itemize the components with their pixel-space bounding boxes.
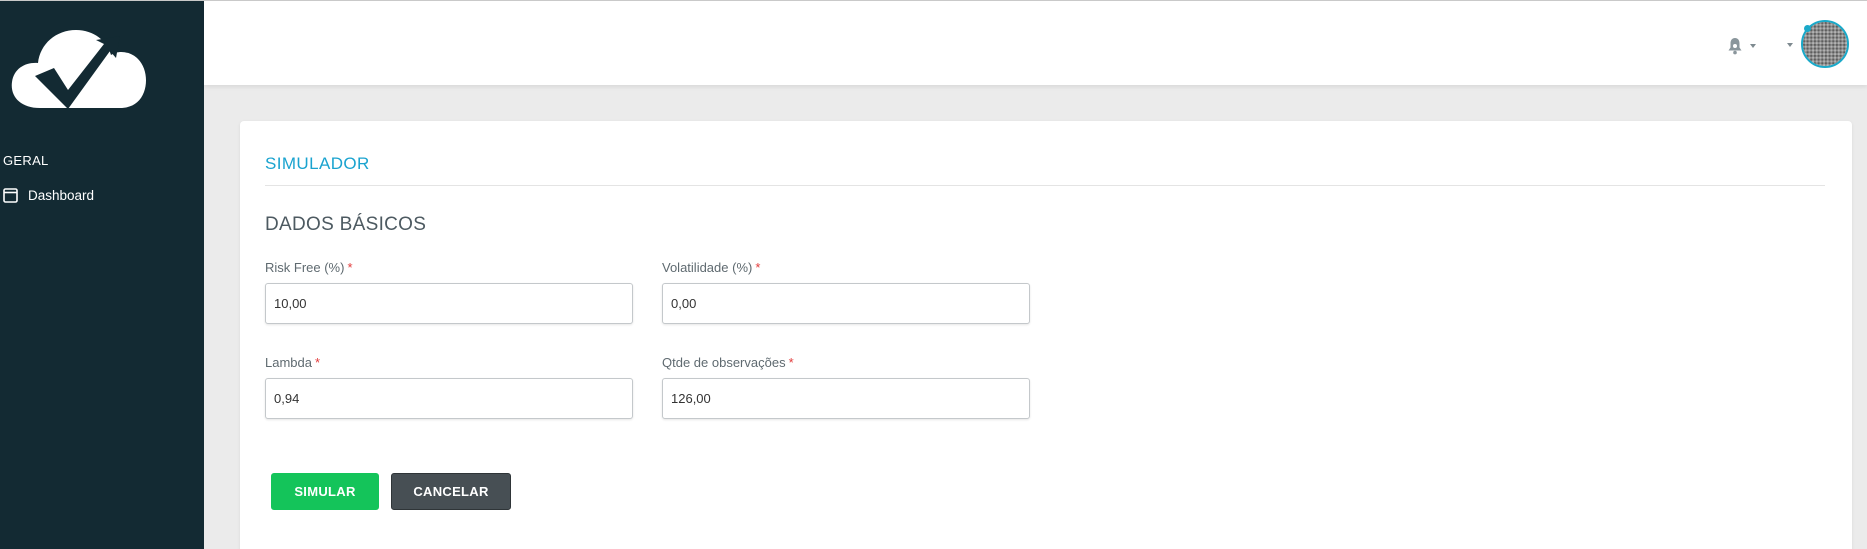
lambda-label: Lambda * (265, 355, 320, 370)
cancelar-button[interactable]: CANCELAR (391, 473, 511, 510)
qtde-observacoes-label-text: Qtde de observações (662, 355, 786, 370)
chevron-down-icon (1750, 44, 1756, 48)
divider (265, 185, 1825, 186)
page-title: SIMULADOR (265, 154, 370, 173)
required-marker: * (314, 355, 321, 370)
required-marker: * (347, 260, 353, 275)
nav-section-geral: GERAL (3, 153, 49, 168)
topbar (204, 1, 1867, 85)
required-marker: * (788, 355, 794, 370)
logo[interactable] (10, 24, 155, 110)
qtde-observacoes-input[interactable] (662, 378, 1030, 419)
sidebar-item-label: Dashboard (28, 188, 95, 203)
risk-free-input[interactable] (265, 283, 633, 324)
simulator-card: SIMULADOR DADOS BÁSICOS Risk Free (%)* V… (240, 121, 1852, 549)
bell-icon (1728, 38, 1742, 55)
qtde-observacoes-label: Qtde de observações * (662, 355, 794, 370)
section-title: DADOS BÁSICOS (265, 214, 427, 235)
risk-free-label: Risk Free (%) * (265, 260, 353, 275)
volatilidade-input[interactable] (662, 283, 1030, 324)
sidebar-item-dashboard[interactable]: Dashboard (3, 188, 94, 203)
sidebar: GERAL Dashboard (0, 0, 204, 549)
simular-button[interactable]: SIMULAR (271, 473, 379, 510)
required-marker: * (755, 260, 761, 275)
volatilidade-label-text: Volatilidade (%) (662, 260, 753, 275)
lambda-input[interactable] (265, 378, 633, 419)
top-border (0, 0, 1867, 1)
user-menu-chevron-icon[interactable] (1787, 43, 1793, 47)
volatilidade-label: Volatilidade (%) * (662, 260, 760, 275)
notifications-dropdown[interactable] (1727, 37, 1756, 55)
online-status-dot (1804, 25, 1811, 32)
risk-free-label-text: Risk Free (%) (265, 260, 345, 275)
lambda-label-text: Lambda (265, 355, 312, 370)
window-icon (3, 188, 18, 203)
